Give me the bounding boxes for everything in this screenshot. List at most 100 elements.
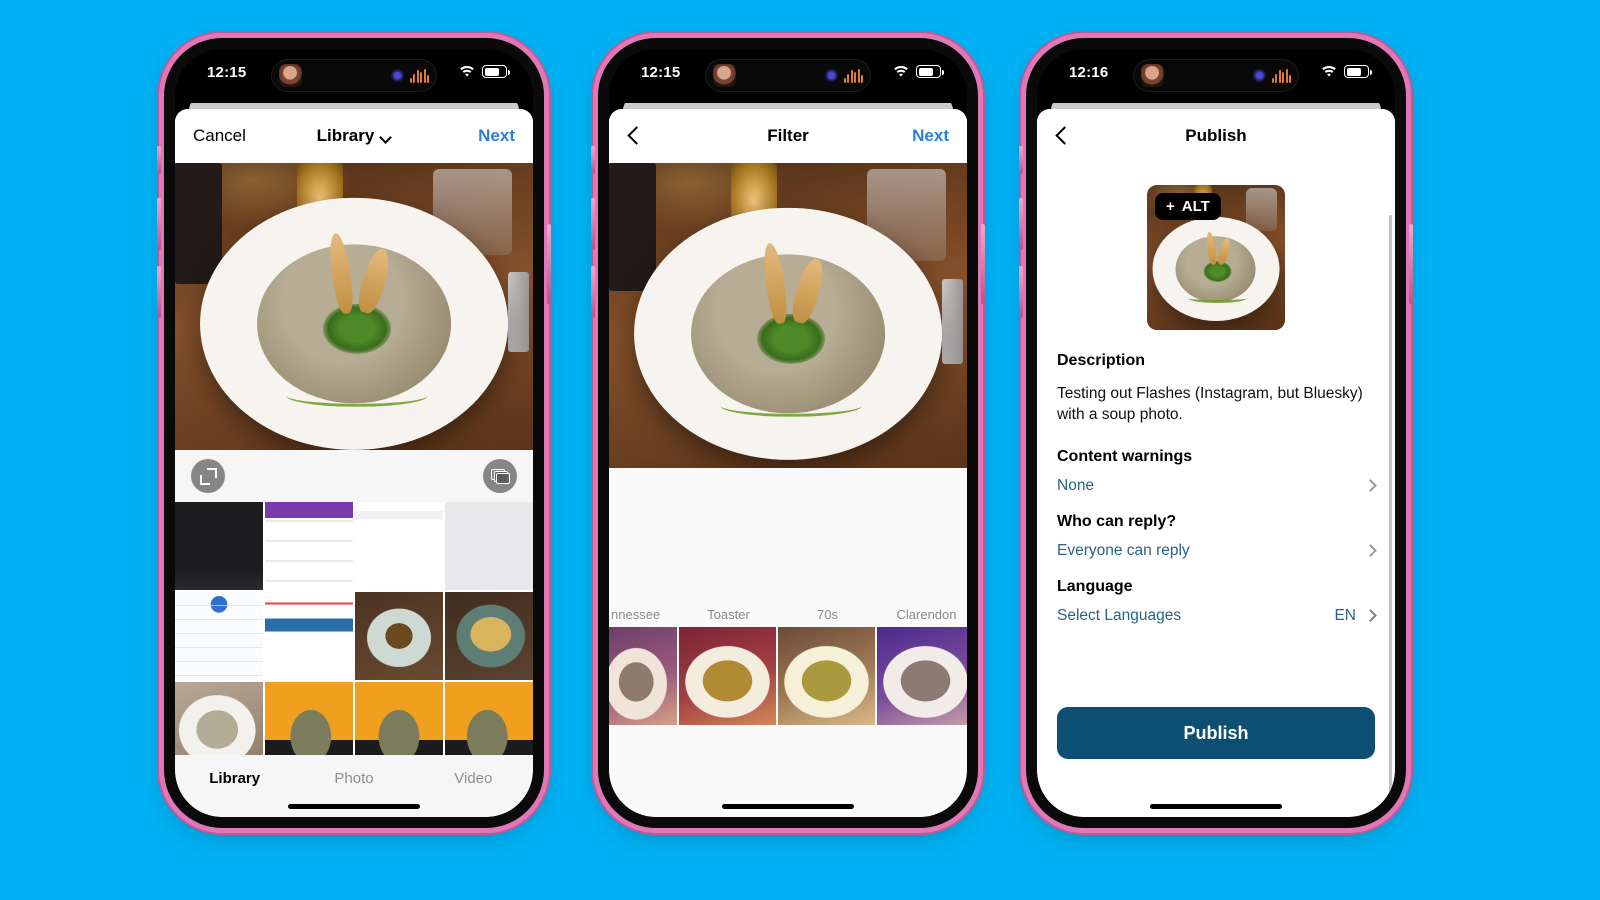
status-time: 12:16 xyxy=(1069,64,1109,81)
language-value: Select Languages xyxy=(1057,606,1182,624)
who-can-reply-row[interactable]: Everyone can reply xyxy=(1037,542,1395,560)
caller-avatar-icon xyxy=(713,64,736,87)
dynamic-island[interactable] xyxy=(271,59,437,92)
status-time: 12:15 xyxy=(641,64,681,81)
who-can-reply-value: Everyone can reply xyxy=(1057,541,1190,559)
publish-title: Publish xyxy=(1185,126,1247,145)
back-button[interactable] xyxy=(627,125,640,147)
photo-thumbnail[interactable] xyxy=(265,502,353,590)
publish-sheet: Publish + ALT Description Testing out Fl… xyxy=(1037,109,1395,817)
wifi-icon xyxy=(1321,65,1337,78)
photo-thumbnail[interactable] xyxy=(175,592,263,680)
add-alt-text-button[interactable]: + ALT xyxy=(1155,193,1221,220)
plus-icon: + xyxy=(1166,198,1175,215)
home-indicator[interactable] xyxy=(288,804,420,809)
filter-label[interactable]: 70s xyxy=(778,607,877,622)
filter-label[interactable]: Toaster xyxy=(679,607,778,622)
volume-up-button[interactable] xyxy=(591,198,595,250)
language-heading: Language xyxy=(1057,577,1133,595)
post-thumbnail[interactable]: + ALT xyxy=(1147,185,1285,330)
content-warnings-heading: Content warnings xyxy=(1057,447,1193,465)
photo-thumbnail[interactable] xyxy=(445,592,533,680)
status-time: 12:15 xyxy=(207,64,247,81)
publish-button[interactable]: Publish xyxy=(1057,707,1375,759)
phone-screen-publish: 12:16 Publish + ALT Description Testing … xyxy=(1037,49,1395,817)
volume-down-button[interactable] xyxy=(157,266,161,318)
caller-avatar-icon xyxy=(279,64,302,87)
tab-photo[interactable]: Photo xyxy=(294,770,413,787)
volume-down-button[interactable] xyxy=(591,266,595,318)
audio-waveform-icon xyxy=(843,68,863,83)
description-input[interactable]: Testing out Flashes (Instagram, but Blue… xyxy=(1037,383,1395,426)
face-id-sensor-icon xyxy=(390,69,404,82)
filter-panel: nnessee Toaster 70s Clarendon xyxy=(609,468,967,817)
photo-thumbnail[interactable] xyxy=(445,502,533,590)
phone-device-publish: 12:16 Publish + ALT Description Testing … xyxy=(1019,38,1413,828)
chevron-right-icon xyxy=(1364,479,1377,493)
photo-preview[interactable] xyxy=(175,163,533,450)
face-id-sensor-icon xyxy=(824,69,838,82)
filter-thumbnail[interactable] xyxy=(679,627,776,725)
photo-thumbnail[interactable] xyxy=(355,592,443,680)
battery-icon xyxy=(482,65,510,78)
home-indicator[interactable] xyxy=(722,804,854,809)
volume-up-button[interactable] xyxy=(157,198,161,250)
status-bar: 12:15 xyxy=(175,49,533,103)
filter-thumbnail[interactable] xyxy=(609,627,677,725)
dynamic-island[interactable] xyxy=(1133,59,1299,92)
filter-thumbnail[interactable] xyxy=(778,627,875,725)
expand-button[interactable] xyxy=(191,459,225,493)
status-bar: 12:15 xyxy=(609,49,967,103)
background-object xyxy=(175,163,222,284)
library-navbar: Cancel Library Next xyxy=(175,109,533,163)
publish-form: + ALT Description Testing out Flashes (I… xyxy=(1037,163,1395,817)
next-button[interactable]: Next xyxy=(912,126,949,146)
silent-switch[interactable] xyxy=(157,146,161,174)
filtered-photo-preview[interactable] xyxy=(609,163,967,468)
scrollbar[interactable] xyxy=(1389,215,1392,815)
filter-label[interactable]: nnessee xyxy=(609,607,679,622)
photo-thumbnail[interactable] xyxy=(265,592,353,680)
photo-thumbnail[interactable] xyxy=(355,502,443,590)
language-row[interactable]: Select Languages EN xyxy=(1037,607,1395,625)
dynamic-island[interactable] xyxy=(705,59,871,92)
filter-label[interactable]: Clarendon xyxy=(877,607,967,622)
content-warnings-row[interactable]: None xyxy=(1037,477,1395,495)
phone-screen-library: 12:15 Cancel Library Next Library Photo … xyxy=(175,49,533,817)
stack-layers-icon xyxy=(490,468,510,484)
multi-select-button[interactable] xyxy=(483,459,517,493)
home-indicator[interactable] xyxy=(1150,804,1282,809)
wifi-icon xyxy=(459,65,475,78)
description-heading: Description xyxy=(1057,352,1146,369)
filter-thumbnails xyxy=(609,627,967,725)
tab-video[interactable]: Video xyxy=(414,770,533,787)
phone-bezel: 12:15 xyxy=(609,49,967,817)
caller-avatar-icon xyxy=(1141,64,1164,87)
back-button[interactable] xyxy=(1055,125,1068,147)
cancel-button[interactable]: Cancel xyxy=(193,126,246,146)
soup-garnish xyxy=(757,313,825,365)
volume-down-button[interactable] xyxy=(1019,266,1023,318)
wifi-icon xyxy=(893,65,909,78)
phone-bezel: 12:15 xyxy=(175,49,533,817)
silent-switch[interactable] xyxy=(591,146,595,174)
power-button[interactable] xyxy=(981,224,985,304)
photo-thumbnail[interactable] xyxy=(175,502,263,590)
power-button[interactable] xyxy=(547,224,551,304)
phone-bezel: 12:16 Publish + ALT Description Testing … xyxy=(1037,49,1395,817)
tab-library[interactable]: Library xyxy=(175,770,294,787)
volume-up-button[interactable] xyxy=(1019,198,1023,250)
next-button[interactable]: Next xyxy=(478,126,515,146)
face-id-sensor-icon xyxy=(1252,69,1266,82)
filter-carousel[interactable]: nnessee Toaster 70s Clarendon xyxy=(609,601,967,725)
audio-waveform-icon xyxy=(1271,68,1291,83)
soup-plate xyxy=(1152,217,1280,322)
silent-switch[interactable] xyxy=(1019,146,1023,174)
expand-icon xyxy=(199,467,217,485)
who-can-reply-heading: Who can reply? xyxy=(1057,512,1177,530)
content-warnings-value: None xyxy=(1057,476,1095,494)
power-button[interactable] xyxy=(1409,224,1413,304)
status-bar: 12:16 xyxy=(1037,49,1395,103)
background-fork xyxy=(941,278,964,365)
filter-thumbnail[interactable] xyxy=(877,627,967,725)
